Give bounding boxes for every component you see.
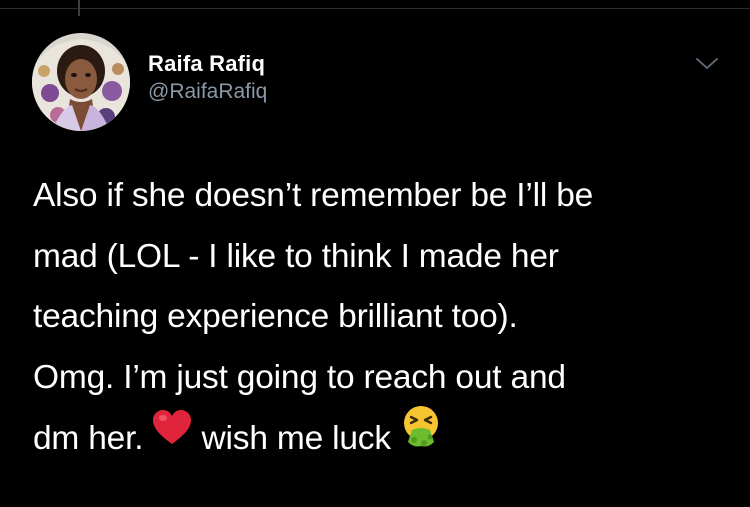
user-handle[interactable]: @RaifaRafiq [148,78,267,106]
red-heart-emoji [152,406,192,467]
tweet-text-line: mad (LOL - I like to think I made her [33,237,559,275]
thread-connector-line [78,0,80,16]
tweet-text-segment: dm her. [33,420,153,458]
tweet-author[interactable]: Raifa Rafiq @RaifaRafiq [148,50,267,106]
tweet-text-line: teaching experience brilliant too). [33,298,518,335]
vomiting-face-emoji [400,404,442,469]
profile-photo [32,33,130,131]
display-name[interactable]: Raifa Rafiq [148,50,267,78]
avatar[interactable] [32,33,130,131]
tweet-text-line: Also if she doesn’t remember be I’ll be [33,177,594,214]
tweet-text-line: Omg. I’m just going to reach out and [33,358,566,396]
chevron-down-icon[interactable] [694,56,720,72]
tweet-text-line-last: dm her. wish me luck [33,406,733,473]
tweet-text-segment: wish me luck [192,420,400,458]
tweet-text: Also if she doesn’t remember be I’ll be … [33,166,733,473]
top-divider [0,8,750,9]
